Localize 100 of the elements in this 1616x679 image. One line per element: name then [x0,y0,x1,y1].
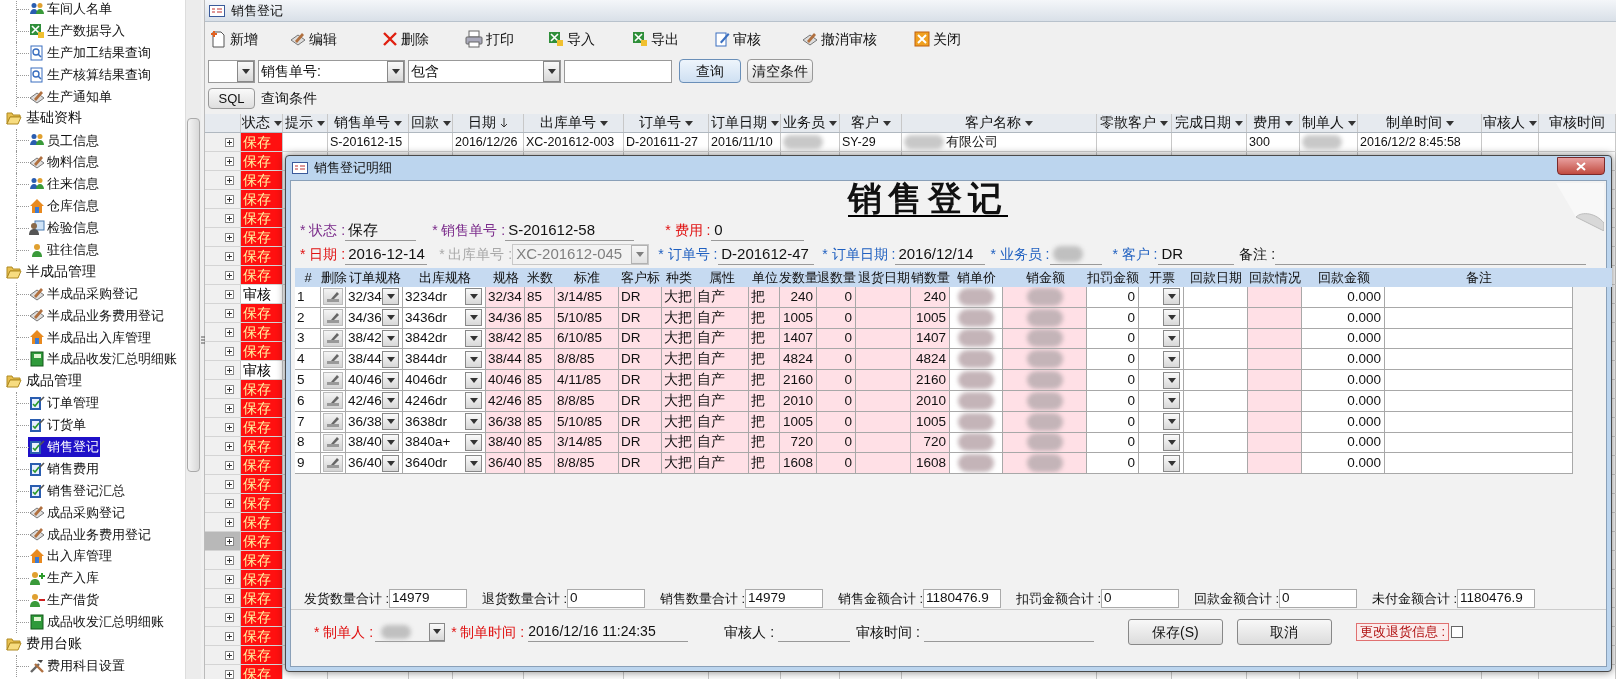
dropdown-button[interactable] [465,350,482,368]
column-header[interactable]: 属性 [695,268,749,287]
column-header[interactable]: 客户标 [619,268,662,287]
row-selector[interactable] [205,665,241,679]
toolbar-button[interactable]: 审核 [712,26,800,52]
dropdown-field[interactable]: 3640dr [403,453,486,475]
row-selector[interactable] [205,323,241,341]
input-field[interactable]: 2016/12/14 [895,244,986,265]
dropdown-button[interactable] [465,330,482,347]
tree-folder[interactable]: 费用台账 [6,633,82,654]
tree-item[interactable]: 半成品采购登记 [28,283,139,304]
column-header[interactable]: 订单号 [624,114,709,132]
dropdown-field[interactable]: 3844dr [403,349,486,371]
row-selector[interactable] [205,532,241,550]
row-selector[interactable] [205,646,241,664]
dropdown-field[interactable] [1139,411,1184,433]
dropdown-button[interactable] [465,392,482,410]
dropdown-field[interactable] [1139,287,1184,308]
tree-item[interactable]: 生产数据导入 [28,20,126,41]
column-header[interactable]: 销数量 [911,268,950,287]
input-field[interactable]: S-201612-58 [505,220,635,241]
delete-row-button[interactable] [323,392,343,410]
column-header[interactable]: 制单时间 [1358,114,1482,132]
tree-item[interactable]: 生产加工结果查询 [28,42,152,63]
row-selector[interactable] [205,399,241,417]
column-header[interactable]: 扣罚金额 [1087,268,1139,287]
tree-item[interactable]: 物料信息 [28,152,100,173]
dropdown-button[interactable] [1163,392,1180,410]
dropdown-button[interactable] [465,371,482,389]
dropdown-field[interactable]: 销售单号: [258,59,405,83]
delete-row-button[interactable] [323,309,343,327]
dropdown-field[interactable]: 40/46 [346,370,403,391]
tree-item[interactable]: 车间人名单 [28,0,113,19]
column-header[interactable]: 审核人 [1482,114,1539,132]
toolbar-button[interactable]: 编辑 [288,26,380,52]
tree-item[interactable]: 半成品业务费用登记 [28,305,165,326]
dropdown-field[interactable]: 3436dr [403,307,486,329]
clear-button[interactable]: 清空条件 [747,59,813,83]
row-selector[interactable] [205,513,241,531]
column-header[interactable]: 单位 [749,268,780,287]
row-selector[interactable] [205,570,241,588]
dropdown-button[interactable] [1163,309,1180,327]
close-button[interactable] [1557,157,1605,175]
row-selector[interactable] [205,190,241,208]
dropdown-field[interactable] [1139,307,1184,329]
dropdown-button[interactable] [1163,330,1180,347]
column-header[interactable]: 米数 [525,268,555,287]
tree-item[interactable]: 生产核算结果查询 [28,64,152,85]
input-field[interactable]: 2016-12-14 [345,244,428,265]
search-field[interactable] [564,59,672,83]
dropdown-button[interactable] [1163,433,1180,451]
dropdown-field[interactable] [1139,453,1184,475]
row-selector[interactable] [205,361,241,379]
dropdown-button[interactable] [382,454,399,472]
column-header[interactable]: 业务员 [781,114,840,132]
toolbar-button[interactable]: 打印 [463,26,546,52]
column-header[interactable]: # [295,268,321,287]
dropdown-field[interactable]: 3638dr [403,411,486,433]
row-selector[interactable] [205,380,241,398]
column-header[interactable]: 删除 [321,268,346,287]
dropdown-button[interactable] [465,433,482,451]
input-field[interactable]: D-201612-47 [718,244,815,265]
tree-item[interactable]: 驻往信息 [28,239,100,260]
input-field[interactable]: 2016/12/16 11:24:35 [528,622,689,642]
toolbar-button[interactable]: 关闭 [912,26,992,52]
dropdown-button[interactable] [382,433,399,451]
tree-item[interactable]: 销售登记 [28,436,100,457]
dropdown-field[interactable]: 38/44 [346,349,403,371]
column-header[interactable]: 出库规格 [403,268,486,287]
delete-row-button[interactable] [323,350,343,368]
column-header[interactable]: 回款日期 [1184,268,1248,287]
column-header[interactable]: 零散客户 [1097,114,1172,132]
tree-folder[interactable]: 基础资料 [6,108,82,129]
tree-item[interactable]: 生产入库 [28,568,100,589]
cancel-button[interactable]: 取消 [1236,619,1332,645]
column-header[interactable]: 退数量 [817,268,856,287]
dropdown-field[interactable]: 38/40 [346,432,403,454]
tree-item[interactable]: 往来信息 [28,174,100,195]
column-header[interactable]: 回款 [409,114,453,132]
sql-button[interactable]: SQL [208,87,255,109]
dropdown-field[interactable]: 32/34 [346,287,403,308]
dropdown-button[interactable] [382,392,399,410]
column-header[interactable]: 日期 [453,114,524,132]
column-header[interactable]: 种类 [662,268,695,287]
dropdown-field[interactable]: 包含 [408,59,561,83]
dropdown-button[interactable] [382,350,399,368]
row-selector[interactable] [205,437,241,455]
toolbar-button[interactable]: 撤消审核 [800,26,912,52]
dropdown-button[interactable] [543,60,560,82]
tree-item[interactable]: 检验信息 [28,217,100,238]
tree-item[interactable]: 费用科目设置 [28,655,126,676]
column-header[interactable]: 退货日期 [856,268,911,287]
dropdown-field[interactable]: 34/36 [346,307,403,329]
dropdown-button[interactable] [1163,371,1180,389]
row-selector[interactable] [205,608,241,626]
row-selector[interactable] [205,171,241,189]
tree-item[interactable]: 生产借货 [28,590,100,610]
tree-item[interactable]: 仓库信息 [28,195,100,216]
column-header[interactable]: 客户名称 [902,114,1097,132]
row-selector[interactable] [205,228,241,246]
